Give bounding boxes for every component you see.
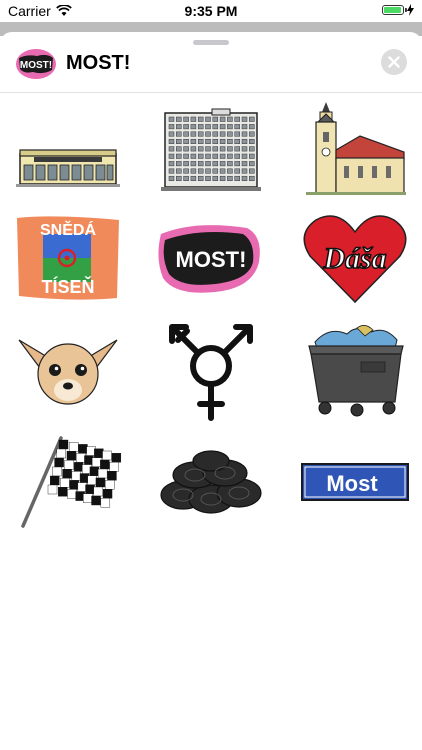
battery-icon	[382, 5, 407, 15]
sticker-checkered-flag[interactable]	[8, 428, 128, 536]
status-bar: Carrier 9:35 PM	[0, 0, 422, 22]
sheet-grabber[interactable]	[193, 40, 229, 45]
app-icon: MOST!	[15, 48, 57, 80]
sticker-most-sign[interactable]: Most	[295, 428, 415, 536]
most-sign-text: Most	[326, 471, 378, 496]
sticker-trash-container[interactable]	[295, 316, 415, 424]
most-logo-image: MOST!	[158, 225, 260, 293]
app-icon-text: MOST!	[20, 60, 52, 71]
store-building-image	[16, 149, 120, 187]
sticker-apartment-block[interactable]	[151, 96, 271, 204]
sticker-most-logo[interactable]: MOST!	[151, 204, 271, 312]
trash-container-image	[308, 325, 404, 417]
tire-pile-image	[160, 450, 262, 514]
gender-symbol-image	[169, 324, 253, 421]
chihuahua-image	[18, 339, 118, 405]
checkered-flag-image	[21, 436, 122, 528]
sticker-sneda-tisen-flag[interactable]: SNĚDÁ TÍSEŇ	[8, 204, 128, 312]
most-sign-image: Most	[301, 463, 409, 501]
battery-fill	[384, 7, 402, 13]
apartment-block-image	[161, 108, 261, 191]
dasa-heart-image: Dáša	[303, 215, 407, 304]
close-button[interactable]	[381, 49, 407, 75]
tisen-text: TÍSEŇ	[41, 276, 94, 297]
app-title: MOST!	[66, 52, 131, 74]
most-logo-text: MOST!	[176, 247, 247, 272]
sticker-dasa-heart[interactable]: Dáša	[295, 204, 415, 312]
sneda-tisen-image: SNĚDÁ TÍSEŇ	[17, 216, 119, 300]
sheet-header: MOST! MOST!	[0, 46, 422, 93]
church-image	[306, 102, 406, 195]
sticker-church[interactable]	[295, 96, 415, 204]
close-icon	[388, 56, 400, 68]
sticker-gender-symbol[interactable]	[151, 316, 271, 424]
sticker-sheet: MOST! MOST! SNĚDÁ TÍSEŇ MOST! Dáša Most	[0, 32, 422, 750]
dasa-text: Dáša	[322, 242, 386, 275]
clock: 9:35 PM	[184, 3, 238, 19]
sticker-tire-pile[interactable]	[151, 428, 271, 536]
sticker-store-building[interactable]	[8, 96, 128, 204]
charging-bolt-icon	[407, 4, 414, 16]
sneda-text: SNĚDÁ	[40, 220, 96, 239]
battery-group	[382, 4, 414, 16]
sticker-chihuahua[interactable]	[8, 316, 128, 424]
